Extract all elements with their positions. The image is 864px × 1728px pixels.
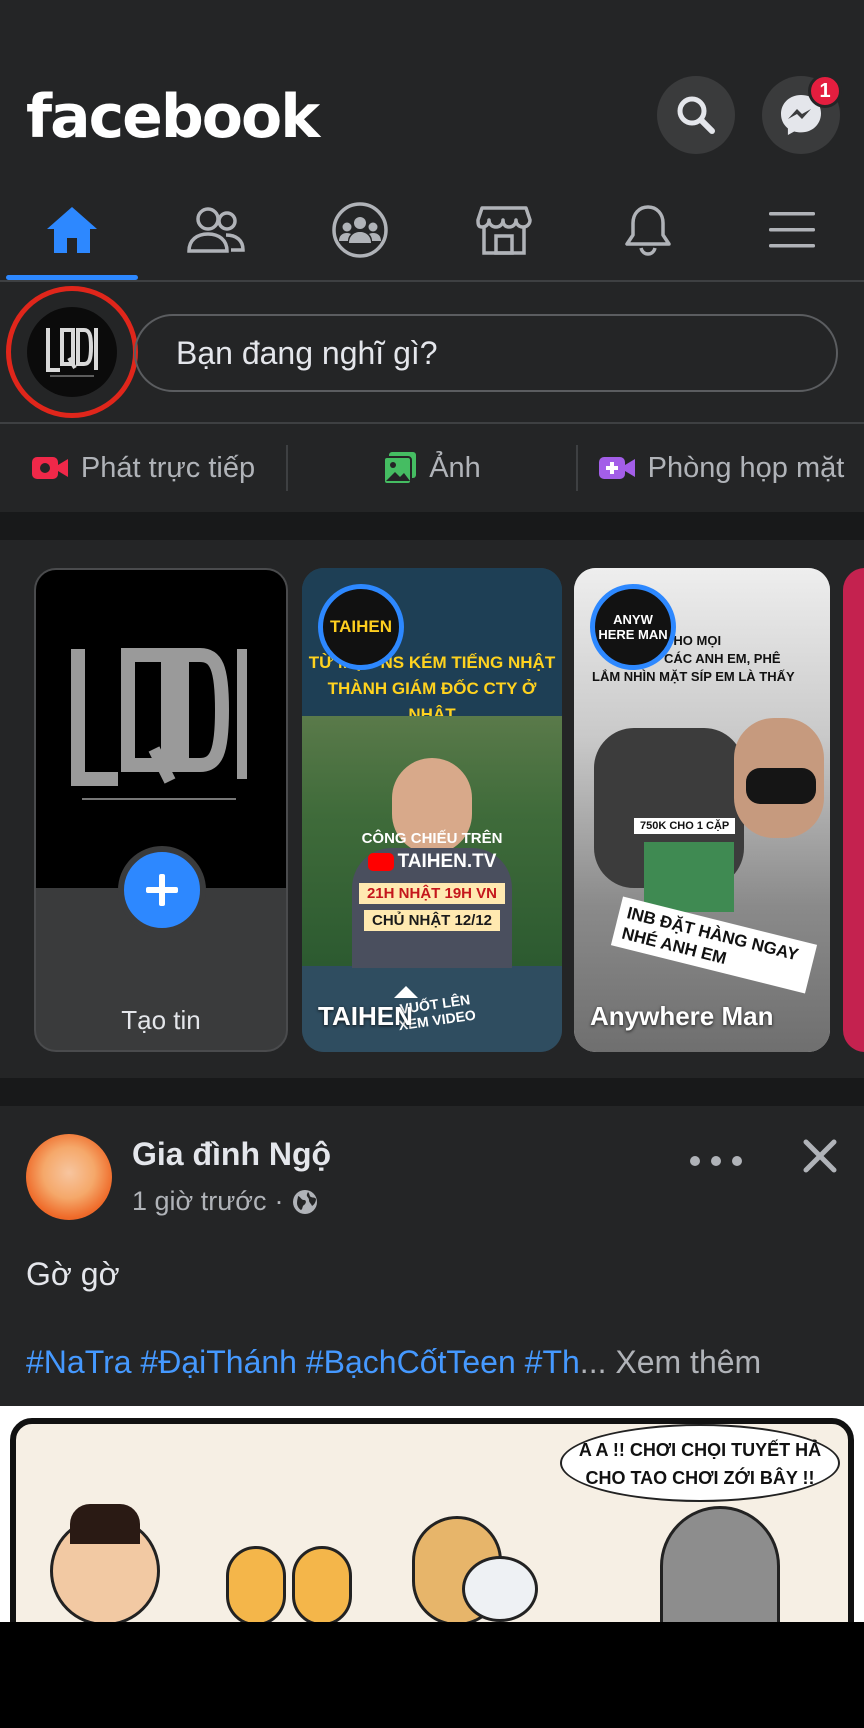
youtube-icon [367,852,394,871]
create-story-card[interactable]: Tạo tin [34,568,288,1052]
character-hair [70,1504,140,1544]
story-channel-label: TAIHEN.TV [397,851,497,872]
story-show-line: CÔNG CHIẾU TRÊN [361,830,503,847]
story-schedule: 21H NHẬT 19H VN [358,883,506,904]
tab-home[interactable] [0,180,144,280]
story-avatar-ring: ANYW HERE MAN [590,584,676,670]
dot [711,1156,721,1166]
post-image[interactable]: A A !! CHƠI CHỌI TUYẾT HẢ CHO TAO CHƠI Z… [0,1406,864,1622]
story-card[interactable]: CHO MỌI CÁC ANH EM, PHÊ LẮM NHÌN MẶT SÍP… [574,568,830,1052]
speech-text: A A !! CHƠI CHỌI TUYẾT HẢ CHO TAO CHƠI Z… [560,1436,840,1492]
close-icon[interactable] [800,1136,840,1176]
friends-icon [187,207,245,253]
story-date: CHỦ NHẬT 12/12 [363,910,501,931]
photo-label: Ảnh [429,451,481,484]
live-video-icon [31,457,68,479]
home-icon [47,207,97,253]
meta-separator: · [274,1186,284,1216]
product-box [644,842,734,912]
section-divider [0,512,864,540]
lqd-logo-icon [71,648,247,800]
globe-icon [292,1189,317,1214]
create-story-preview [36,570,286,888]
hashtag-link[interactable]: #ĐạiThánh [140,1344,297,1380]
post-author-name[interactable]: Gia đình Ngộ [132,1136,331,1173]
live-button[interactable]: Phát trực tiếp [0,424,286,512]
speech-line: A A !! CHƠI CHỌI TUYẾT HẢ [578,1440,822,1460]
hashtag-link[interactable]: #BạchCốtTeen [306,1344,516,1380]
story-show-info: CÔNG CHIẾU TRÊN TAIHEN.TV 21H NHẬT 19H V… [302,830,562,931]
speech-line: CHO TAO CHƠI ZỚI BÂY !! [585,1468,815,1488]
plus-icon [146,874,178,906]
post-composer: Bạn đang nghĩ gì? [0,282,864,424]
story-card[interactable] [843,568,864,1052]
photo-button[interactable]: Ảnh [288,424,576,512]
person-mask [746,768,816,804]
app-header: facebook 1 [0,0,864,180]
story-caption-line: LẮM NHÌN MẶT SÍP EM LÀ THẤY [592,669,795,684]
post-more-options-button[interactable] [690,1146,742,1176]
post-author-avatar[interactable] [26,1134,112,1220]
post-text: Gờ gờ [26,1256,120,1292]
post-hashtags: #NaTra #ĐạiThánh #BạchCốtTeen #Th... Xem… [26,1344,761,1381]
profile-avatar[interactable] [27,307,117,397]
live-label: Phát trực tiếp [80,451,256,484]
stories-tray: Tạo tin TỪ MỘT NS KÉM TIẾNG NHẬT THÀNH G… [0,540,864,1078]
system-navigation-bar [0,1622,864,1728]
hashtag-link[interactable]: #Th [525,1344,580,1380]
room-label: Phòng họp mặt [647,451,845,484]
ellipsis: ... [579,1344,607,1380]
character-naruto [292,1546,352,1622]
tab-notifications[interactable] [576,180,720,280]
story-author-name: TAIHEN [318,1001,413,1031]
main-tabs [0,180,864,282]
snowball [462,1556,538,1622]
post-meta: 1 giờ trước · [132,1186,318,1217]
photo-icon [383,452,417,485]
messenger-badge: 1 [808,74,842,108]
dot [690,1156,700,1166]
section-divider [0,1078,864,1106]
store-icon [476,206,532,255]
dot [732,1156,742,1166]
swipe-up-icon [394,986,418,998]
bell-icon [625,205,671,256]
room-button[interactable]: Phòng họp mặt [578,424,864,512]
story-avatar-ring: TAIHEN [318,584,404,670]
character-gray [660,1506,780,1622]
tab-groups[interactable] [288,180,432,280]
feed-post: Gia đình Ngộ 1 giờ trước · Gờ gờ #NaTra … [0,1106,864,1406]
room-video-icon [598,457,635,479]
search-icon [677,96,715,134]
composer-actions: Phát trực tiếp Ảnh Phòng họp mặt [0,424,864,512]
menu-icon [769,212,815,248]
story-show-channel: TAIHEN.TV [302,851,562,873]
active-tab-indicator [6,275,138,280]
tab-menu[interactable] [720,180,864,280]
tab-friends[interactable] [144,180,288,280]
story-author-name: Anywhere Man [590,1001,774,1031]
add-story-button[interactable] [118,846,206,934]
character-naruto [226,1546,286,1622]
whats-on-your-mind-input[interactable]: Bạn đang nghĩ gì? [134,314,838,392]
see-more-link[interactable]: Xem thêm [615,1344,761,1380]
messenger-button[interactable]: 1 [762,74,842,154]
story-price: 750K CHO 1 CẶP [634,818,736,834]
create-story-label: Tạo tin [121,1005,201,1035]
groups-icon [332,202,388,258]
post-time[interactable]: 1 giờ trước [132,1186,267,1217]
search-button[interactable] [657,76,735,154]
hashtag-link[interactable]: #NaTra [26,1344,132,1380]
story-card[interactable]: TỪ MỘT NS KÉM TIẾNG NHẬT THÀNH GIÁM ĐỐC … [302,568,562,1052]
lqd-logo-icon [46,328,98,377]
facebook-logo[interactable]: facebook [26,82,320,152]
tab-marketplace[interactable] [432,180,576,280]
